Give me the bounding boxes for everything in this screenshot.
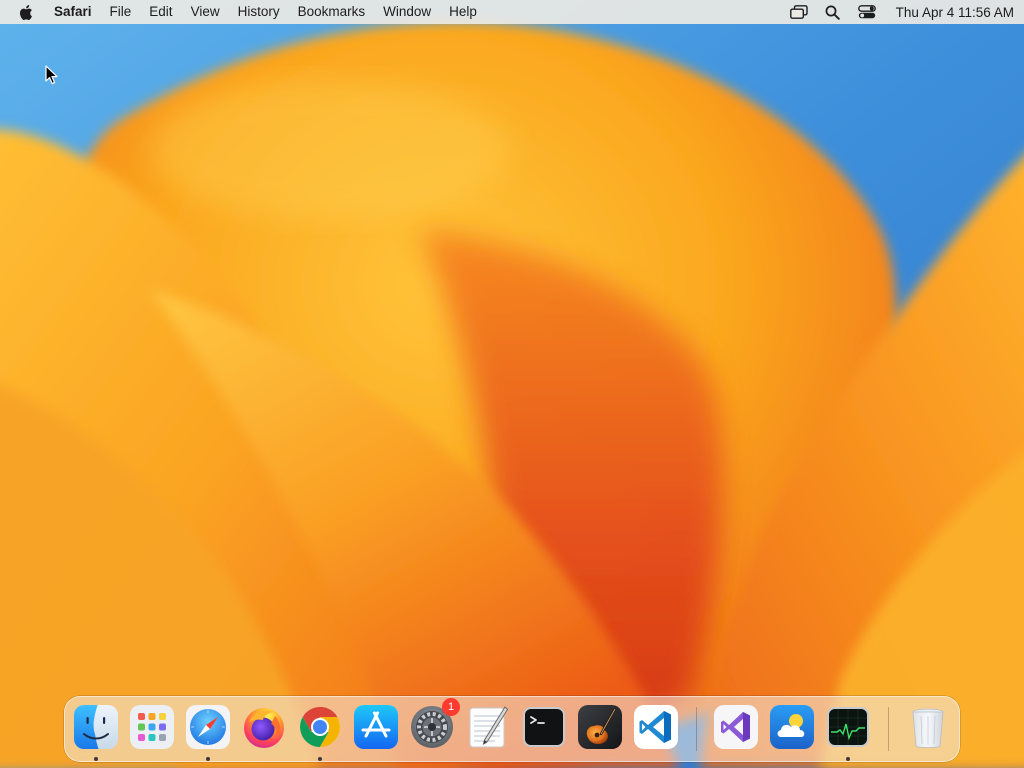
chrome-icon — [300, 707, 340, 747]
control-center-icon[interactable] — [850, 0, 884, 24]
firefox-icon — [244, 708, 284, 748]
activity-monitor-icon — [827, 707, 869, 747]
menu-help[interactable]: Help — [440, 0, 486, 24]
dock-divider — [888, 707, 889, 751]
running-indicator — [94, 757, 98, 761]
launchpad-icon — [130, 705, 174, 749]
dock-app-weather[interactable] — [769, 704, 815, 750]
menu-bar: Safari File Edit View History Bookmarks … — [0, 0, 1024, 24]
safari-icon — [186, 705, 230, 749]
app-store-icon — [354, 705, 398, 749]
menu-file[interactable]: File — [101, 0, 141, 24]
dock: 1 — [64, 696, 960, 762]
desktop-wallpaper — [0, 0, 1024, 768]
desktop[interactable]: Safari File Edit View History Bookmarks … — [0, 0, 1024, 768]
garageband-icon — [578, 705, 622, 749]
dock-app-activity-monitor[interactable] — [825, 704, 871, 750]
trash-icon — [912, 708, 944, 748]
menu-view[interactable]: View — [182, 0, 229, 24]
dock-app-finder[interactable] — [73, 704, 119, 750]
notification-badge: 1 — [442, 698, 460, 716]
menu-bar-clock[interactable]: Thu Apr 4 11:56 AM — [884, 5, 1014, 20]
screen-mirroring-icon[interactable] — [782, 0, 816, 24]
dock-app-launchpad[interactable] — [129, 704, 175, 750]
dock-app-trash[interactable] — [905, 704, 951, 750]
running-indicator — [206, 757, 210, 761]
finder-icon — [74, 705, 118, 749]
dock-app-textedit[interactable] — [465, 704, 511, 750]
terminal-icon — [523, 707, 565, 747]
menu-window[interactable]: Window — [374, 0, 440, 24]
dock-app-system-settings[interactable]: 1 — [409, 698, 460, 750]
running-indicator — [846, 757, 850, 761]
dock-app-visual-studio[interactable] — [713, 704, 759, 750]
dock-divider — [696, 707, 697, 751]
textedit-icon — [469, 706, 509, 748]
menu-edit[interactable]: Edit — [140, 0, 181, 24]
vscode-icon — [634, 705, 678, 749]
dock-app-app-store[interactable] — [353, 704, 399, 750]
dock-app-garageband[interactable] — [577, 704, 623, 750]
menu-history[interactable]: History — [229, 0, 289, 24]
menu-app-name[interactable]: Safari — [50, 0, 101, 24]
visual-studio-icon — [714, 705, 758, 749]
menu-bookmarks[interactable]: Bookmarks — [289, 0, 375, 24]
running-indicator — [318, 757, 322, 761]
dock-app-chrome[interactable] — [297, 704, 343, 750]
dock-app-vscode[interactable] — [633, 704, 679, 750]
mouse-pointer-icon — [45, 65, 58, 85]
menu-bar-right: Thu Apr 4 11:56 AM — [782, 0, 1014, 24]
weather-icon — [770, 705, 814, 749]
dock-app-firefox[interactable] — [241, 704, 287, 750]
spotlight-search-icon[interactable] — [816, 0, 850, 24]
dock-app-terminal[interactable] — [521, 704, 567, 750]
dock-app-safari[interactable] — [185, 704, 231, 750]
menu-bar-left: Safari File Edit View History Bookmarks … — [14, 0, 486, 24]
apple-menu-icon[interactable] — [14, 0, 36, 24]
